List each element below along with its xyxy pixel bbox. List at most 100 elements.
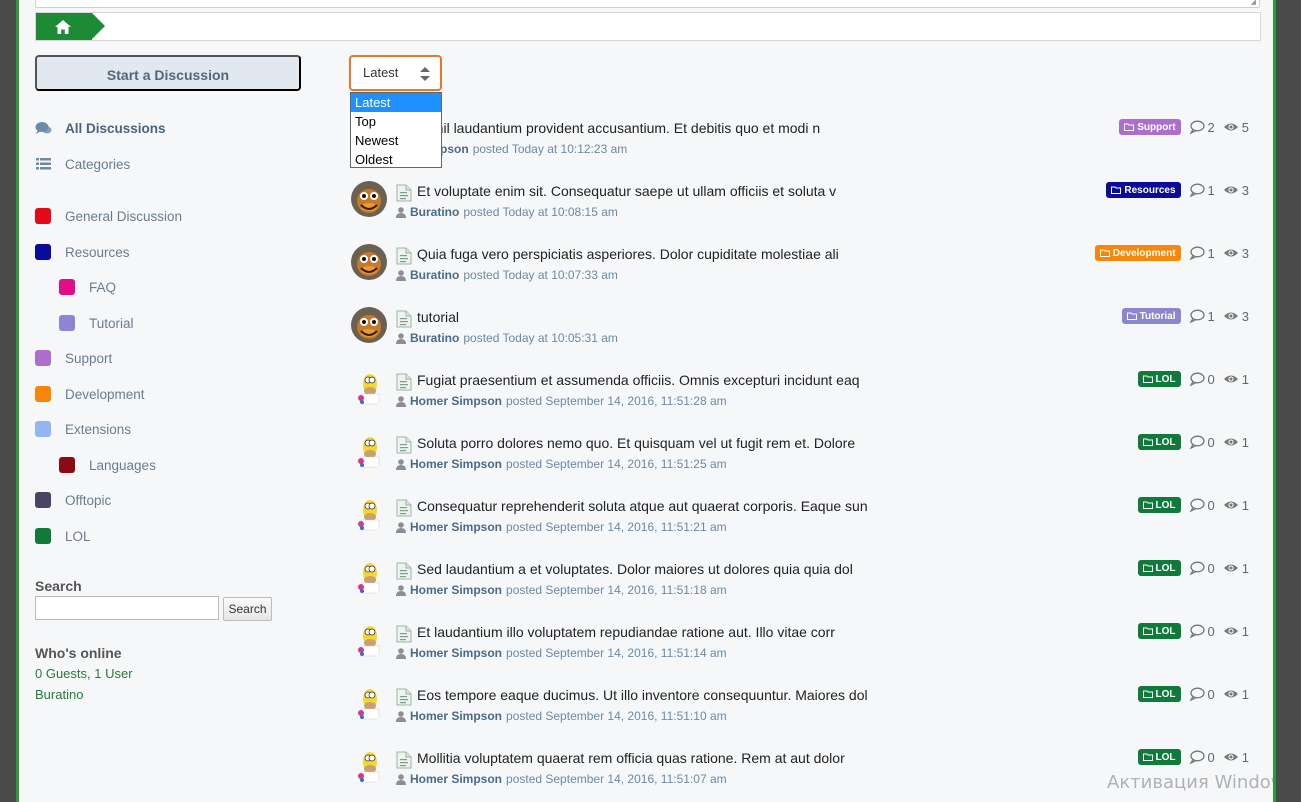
sidebar-item-extensions[interactable]: Extensions (35, 415, 131, 443)
discussion-author[interactable]: Homer Simpson (410, 520, 502, 534)
discussion-title[interactable]: Et voluptate enim sit. Consequatur saepe… (417, 183, 836, 199)
sort-option-top[interactable]: Top (351, 112, 441, 131)
discussion-author[interactable]: Homer Simpson (410, 583, 502, 597)
folder-icon (1099, 249, 1110, 257)
discussion-item[interactable]: Soluta porro dolores nemo quo. Et quisqu… (349, 431, 1249, 489)
replies-number: 0 (1207, 371, 1215, 387)
replies-number: 2 (1207, 119, 1215, 135)
discussion-title[interactable]: Sed laudantium a et voluptates. Dolor ma… (417, 561, 853, 577)
sort-option-oldest[interactable]: Oldest (351, 150, 441, 169)
sidebar-item-languages[interactable]: Languages (59, 451, 156, 479)
discussion-item[interactable]: tutorial Buratino posted Today at 10:05:31… (349, 305, 1249, 363)
category-color-swatch (35, 492, 51, 508)
category-tag[interactable]: Development (1094, 245, 1181, 261)
discussion-author[interactable]: Homer Simpson (410, 709, 502, 723)
discussion-author[interactable]: Homer Simpson (410, 457, 502, 471)
top-textarea[interactable]: ◢ (35, 0, 1260, 8)
discussion-stats: Support 2 5 (1119, 119, 1249, 135)
discussion-title[interactable]: Eos tempore eaque ducimus. Ut illo inven… (417, 687, 868, 703)
document-icon (396, 247, 412, 265)
sidebar-item-faq[interactable]: FAQ (59, 273, 116, 301)
sort-select[interactable]: Latest (349, 55, 442, 91)
discussion-stats: Resources 1 3 (1106, 182, 1249, 198)
category-tag[interactable]: LOL (1137, 434, 1181, 450)
discussion-item[interactable]: t nihil laudantium provident accusantium… (349, 116, 1249, 174)
replies-number: 0 (1207, 560, 1215, 576)
avatar[interactable] (351, 181, 387, 217)
avatar[interactable] (351, 244, 387, 280)
discussion-item[interactable]: Et voluptate enim sit. Consequatur saepe… (349, 179, 1249, 237)
discussion-meta: Buratino posted Today at 10:08:15 am (396, 205, 618, 219)
sidebar-item-general-discussion[interactable]: General Discussion (35, 202, 182, 230)
document-icon (396, 373, 412, 391)
discussion-title[interactable]: t nihil laudantium provident accusantium… (417, 120, 820, 136)
sidebar-item-development[interactable]: Development (35, 380, 145, 408)
discussion-title[interactable]: tutorial (417, 309, 459, 325)
user-icon (396, 773, 406, 785)
discussion-stats: LOL 0 1 (1137, 686, 1249, 702)
discussion-author[interactable]: Buratino (410, 205, 459, 219)
category-tag[interactable]: LOL (1137, 623, 1181, 639)
discussion-title[interactable]: Soluta porro dolores nemo quo. Et quisqu… (417, 435, 855, 451)
eye-icon (1223, 375, 1238, 383)
avatar[interactable] (351, 685, 387, 721)
sidebar-item-resources[interactable]: Resources (35, 238, 130, 266)
avatar[interactable] (351, 559, 387, 595)
sidebar-item-support[interactable]: Support (35, 344, 112, 372)
sort-option-latest[interactable]: Latest (351, 93, 441, 112)
category-tag-label: Tutorial (1139, 310, 1176, 322)
avatar[interactable] (351, 307, 387, 343)
discussion-item[interactable]: Quia fuga vero perspiciatis asperiores. … (349, 242, 1249, 300)
discussion-title[interactable]: Et laudantium illo voluptatem repudianda… (417, 624, 835, 640)
eye-icon (1223, 438, 1238, 446)
avatar[interactable] (351, 496, 387, 532)
folder-icon (1124, 123, 1135, 131)
search-button[interactable]: Search (223, 597, 272, 621)
views-count: 3 (1223, 309, 1249, 324)
nav-item-all-discussions[interactable]: All Discussions (35, 114, 166, 142)
discussion-author[interactable]: Homer Simpson (410, 772, 502, 786)
category-tag[interactable]: LOL (1137, 686, 1181, 702)
discussion-title[interactable]: Quia fuga vero perspiciatis asperiores. … (417, 246, 839, 262)
discussion-author[interactable]: Homer Simpson (410, 646, 502, 660)
online-user-link[interactable]: Buratino (35, 687, 83, 702)
category-tag-label: Development (1112, 247, 1176, 259)
category-tag[interactable]: LOL (1137, 497, 1181, 513)
discussion-item[interactable]: Fugiat praesentium et assumenda officiis… (349, 368, 1249, 426)
category-tag-label: LOL (1155, 625, 1176, 637)
category-tag[interactable]: LOL (1137, 749, 1181, 765)
discussion-author[interactable]: Homer Simpson (410, 394, 502, 408)
discussion-item[interactable]: Sed laudantium a et voluptates. Dolor ma… (349, 557, 1249, 615)
discussion-title[interactable]: Mollitia voluptatem quaerat rem officia … (417, 750, 845, 766)
sidebar-item-label: Support (65, 350, 113, 366)
sidebar-item-tutorial[interactable]: Tutorial (59, 309, 134, 337)
sidebar-item-offtopic[interactable]: Offtopic (35, 486, 111, 514)
discussion-author[interactable]: Buratino (410, 331, 459, 345)
discussion-stats: LOL 0 1 (1137, 749, 1249, 765)
discussion-title[interactable]: Consequatur reprehenderit soluta atque a… (417, 498, 868, 514)
category-tag[interactable]: Support (1119, 119, 1181, 135)
category-tag[interactable]: LOL (1137, 371, 1181, 387)
discussion-item[interactable]: Eos tempore eaque ducimus. Ut illo inven… (349, 683, 1249, 741)
discussion-item[interactable]: Consequatur reprehenderit soluta atque a… (349, 494, 1249, 552)
category-tag-label: Resources (1124, 184, 1176, 196)
homer-avatar-image (351, 748, 387, 784)
discussion-item[interactable]: Et laudantium illo voluptatem repudianda… (349, 620, 1249, 678)
page-frame: ◢ Start a Discussion All Discussions Cate… (16, 0, 1276, 802)
avatar[interactable] (351, 370, 387, 406)
breadcrumb-home[interactable] (36, 13, 105, 40)
avatar[interactable] (351, 622, 387, 658)
discussion-title[interactable]: Fugiat praesentium et assumenda officiis… (417, 372, 860, 388)
nav-item-categories[interactable]: Categories (35, 150, 130, 178)
sort-option-newest[interactable]: Newest (351, 131, 441, 150)
category-tag[interactable]: Resources (1106, 182, 1181, 198)
search-input[interactable] (35, 596, 219, 620)
discussion-author[interactable]: Buratino (410, 268, 459, 282)
avatar[interactable] (351, 433, 387, 469)
sidebar-item-lol[interactable]: LOL (35, 522, 91, 550)
avatar[interactable] (351, 748, 387, 784)
resize-grip-icon[interactable]: ◢ (1251, 0, 1256, 6)
category-tag[interactable]: Tutorial (1121, 308, 1181, 324)
category-tag[interactable]: LOL (1137, 560, 1181, 576)
start-discussion-button[interactable]: Start a Discussion (35, 55, 301, 91)
